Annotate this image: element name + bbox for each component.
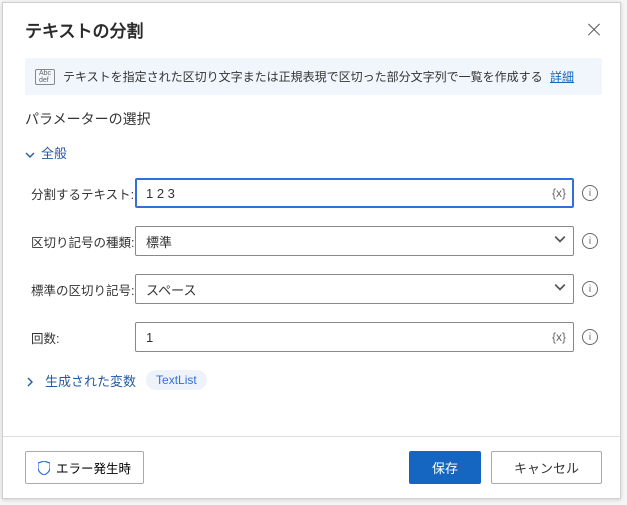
abc-icon: Abcdef — [35, 69, 55, 85]
cancel-button[interactable]: キャンセル — [491, 451, 602, 484]
generated-variables[interactable]: 生成された変数 TextList — [25, 370, 598, 390]
text-to-split-input[interactable]: 1 2 3 — [135, 178, 574, 208]
group-label: 全般 — [41, 143, 67, 162]
details-link[interactable]: 詳細 — [550, 70, 574, 84]
group-general[interactable]: 全般 — [25, 143, 598, 162]
label-standard-delimiter: 標準の区切り記号: — [25, 280, 135, 299]
label-text-to-split: 分割するテキスト: — [25, 184, 135, 203]
chevron-down-icon — [25, 148, 35, 158]
row-text-to-split: 分割するテキスト: 1 2 3 {x} i — [25, 178, 598, 208]
chevron-down-icon — [554, 280, 566, 298]
dialog: テキストの分割 Abcdef テキストを指定された区切り文字または正規表現で区切… — [2, 2, 621, 499]
row-delimiter-type: 区切り記号の種類: 標準 i — [25, 226, 598, 256]
generated-label: 生成された変数 — [45, 371, 136, 390]
variable-picker-icon[interactable]: {x} — [552, 186, 566, 200]
variable-chip[interactable]: TextList — [146, 370, 207, 390]
dialog-header: テキストの分割 — [3, 3, 620, 52]
delimiter-type-select[interactable]: 標準 — [135, 226, 574, 256]
close-icon[interactable] — [586, 22, 602, 38]
info-icon[interactable]: i — [582, 185, 598, 201]
row-times: 回数: 1 {x} i — [25, 322, 598, 352]
dialog-body: パラメーターの選択 全般 分割するテキスト: 1 2 3 {x} i 区切り記号… — [3, 109, 620, 436]
info-text: テキストを指定された区切り文字または正規表現で区切った部分文字列で一覧を作成する… — [63, 68, 574, 85]
standard-delimiter-select[interactable]: スペース — [135, 274, 574, 304]
dialog-title: テキストの分割 — [25, 17, 144, 42]
info-icon[interactable]: i — [582, 281, 598, 297]
info-banner: Abcdef テキストを指定された区切り文字または正規表現で区切った部分文字列で… — [25, 58, 602, 95]
shield-icon — [38, 461, 50, 475]
label-times: 回数: — [25, 328, 135, 347]
variable-picker-icon[interactable]: {x} — [552, 330, 566, 344]
on-error-button[interactable]: エラー発生時 — [25, 451, 144, 484]
save-button[interactable]: 保存 — [409, 451, 481, 484]
label-delimiter-type: 区切り記号の種類: — [25, 232, 135, 251]
info-icon[interactable]: i — [582, 233, 598, 249]
section-title: パラメーターの選択 — [25, 109, 598, 129]
info-icon[interactable]: i — [582, 329, 598, 345]
dialog-footer: エラー発生時 保存 キャンセル — [3, 436, 620, 498]
times-input[interactable]: 1 — [135, 322, 574, 352]
chevron-down-icon — [554, 232, 566, 250]
chevron-right-icon — [25, 375, 35, 385]
row-standard-delimiter: 標準の区切り記号: スペース i — [25, 274, 598, 304]
